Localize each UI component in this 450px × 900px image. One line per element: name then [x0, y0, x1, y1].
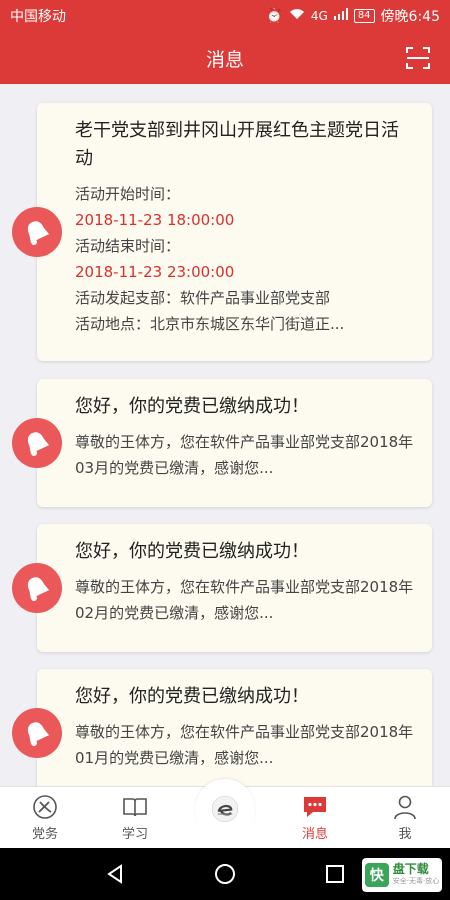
message-title: 您好，你的党费已缴纳成功！ — [75, 686, 309, 707]
message-body: 尊敬的王体方，您在软件产品事业部党支部2018年01月的党费已缴清，感谢您... — [75, 723, 414, 767]
tab-center[interactable] — [180, 779, 270, 848]
tab-label: 我 — [398, 827, 412, 842]
message-card[interactable]: 您好，你的党费已缴纳成功！ 尊敬的王体方，您在软件产品事业部党支部2018年01… — [37, 669, 432, 786]
status-bar: 中国移动 ⏰ 4G 84 傍晚6:45 — [0, 0, 450, 32]
bell-icon — [12, 418, 62, 468]
end-time: 2018-11-23 23:00:00 — [75, 263, 235, 281]
center-logo-icon — [195, 779, 255, 839]
start-time: 2018-11-23 18:00:00 — [75, 211, 235, 229]
message-title: 您好，你的党费已缴纳成功！ — [75, 396, 309, 417]
page-title: 消息 — [205, 48, 244, 71]
signal-type-label: 4G — [310, 9, 328, 23]
tab-label: 消息 — [301, 827, 328, 842]
tab-label: 党务 — [31, 827, 58, 842]
message-card[interactable]: 您好，你的党费已缴纳成功！ 尊敬的王体方，您在软件产品事业部党支部2018年03… — [37, 379, 432, 507]
watermark-main: 盘下载 — [392, 862, 429, 876]
watermark-sub: 安全·无毒·放心 — [392, 877, 440, 885]
message-title: 老干党支部到井冈山开展红色主题党日活动 — [75, 120, 399, 169]
status-right: ⏰ 4G 84 傍晚6:45 — [265, 6, 440, 26]
message-icon — [304, 797, 326, 817]
message-line: 活动发起支部：软件产品事业部党支部 — [75, 289, 331, 307]
clock-label: 傍晚6:45 — [380, 9, 440, 25]
watermark-text: 盘下载 安全·无毒·放心 — [393, 863, 439, 887]
signal-icon — [333, 8, 348, 24]
battery-icon: 84 — [353, 9, 375, 23]
watermark-icon: 快 — [364, 863, 389, 887]
bell-icon — [12, 708, 62, 758]
message-line: 活动地点：北京市东城区东华门街道正... — [75, 315, 345, 333]
tab-party-affairs[interactable]: 党务 — [0, 787, 90, 848]
message-line: 活动结束时间： — [75, 237, 181, 255]
message-body: 尊敬的王体方，您在软件产品事业部党支部2018年02月的党费已缴清，感谢您... — [75, 578, 414, 622]
book-icon — [123, 798, 147, 817]
message-line: 活动开始时间： — [75, 185, 181, 203]
party-emblem-icon — [33, 795, 57, 819]
message-body: 尊敬的王体方，您在软件产品事业部党支部2018年03月的党费已缴清，感谢您... — [75, 433, 414, 477]
carrier-label: 中国移动 — [10, 9, 66, 25]
bell-icon — [12, 563, 62, 613]
tab-study[interactable]: 学习 — [90, 787, 180, 848]
tab-me[interactable]: 我 — [360, 787, 450, 848]
message-card[interactable]: 老干党支部到井冈山开展红色主题党日活动 活动开始时间： 2018-11-23 1… — [37, 103, 432, 361]
back-button[interactable] — [103, 862, 127, 886]
recents-button[interactable] — [323, 862, 347, 886]
message-title: 您好，你的党费已缴纳成功！ — [75, 541, 309, 562]
scan-icon — [406, 47, 430, 69]
message-card[interactable]: 您好，你的党费已缴纳成功！ 尊敬的王体方，您在软件产品事业部党支部2018年02… — [37, 524, 432, 652]
message-list[interactable]: 老干党支部到井冈山开展红色主题党日活动 活动开始时间： 2018-11-23 1… — [0, 84, 450, 786]
bell-icon — [12, 207, 62, 257]
person-icon — [394, 795, 416, 820]
bottom-tab-bar: 党务 学习 消息 我 — [0, 779, 450, 848]
watermark-logo: 快 盘下载 安全·无毒·放心 — [362, 858, 442, 892]
alarm-icon: ⏰ — [265, 8, 283, 24]
scan-button[interactable] — [404, 44, 432, 72]
recents-square-icon — [326, 865, 344, 883]
home-circle-icon — [215, 864, 235, 884]
back-triangle-icon — [107, 864, 122, 884]
home-button[interactable] — [213, 862, 237, 886]
wifi-icon — [289, 8, 305, 24]
app-header: 消息 — [0, 32, 450, 84]
tab-messages[interactable]: 消息 — [270, 787, 360, 848]
tab-label: 学习 — [121, 827, 148, 842]
